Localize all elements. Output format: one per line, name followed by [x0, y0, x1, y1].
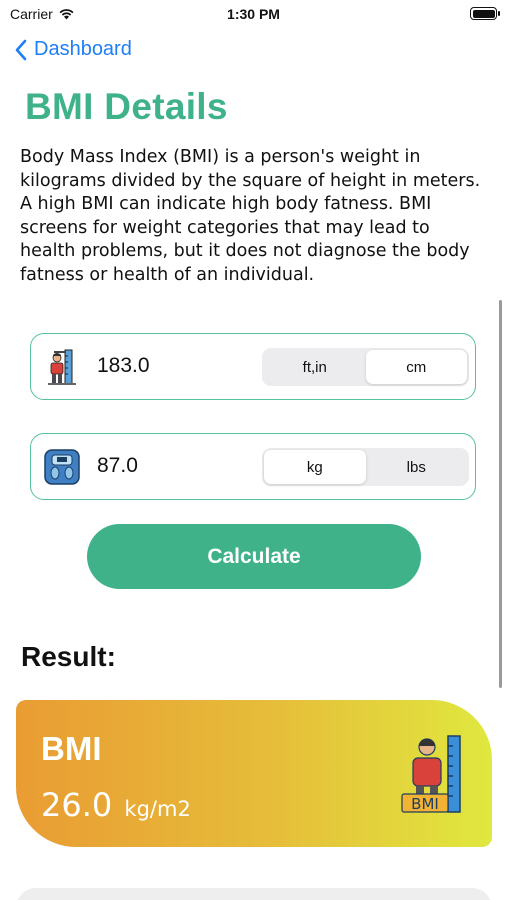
- scrollbar[interactable]: [499, 300, 502, 688]
- height-unit-ft-in[interactable]: ft,in: [264, 350, 366, 384]
- bmi-description: Body Mass Index (BMI) is a person's weig…: [20, 147, 481, 285]
- weight-unit-segmented-control: kg lbs: [262, 448, 469, 486]
- bmi-result-card: BMI 26.0 kg/m2 BMI: [16, 700, 492, 847]
- back-label: Dashboard: [34, 38, 132, 60]
- height-unit-cm[interactable]: cm: [365, 350, 467, 384]
- status-bar: Carrier 1:30 PM: [0, 0, 507, 30]
- chevron-left-icon: [15, 39, 27, 60]
- height-unit-segmented-control: ft,in cm: [262, 348, 469, 386]
- weighing-scale-icon: [44, 449, 80, 485]
- calculate-button[interactable]: Calculate: [87, 524, 421, 589]
- weight-input[interactable]: [97, 454, 257, 478]
- battery-icon: [470, 7, 500, 20]
- bmi-label: BMI: [41, 730, 102, 767]
- height-input[interactable]: [97, 354, 257, 378]
- bmi-value-row: 26.0 kg/m2: [41, 786, 191, 824]
- height-measure-icon: [48, 349, 76, 385]
- page-title: BMI Details: [25, 86, 228, 127]
- status-time: 1:30 PM: [227, 6, 280, 22]
- result-heading: Result:: [21, 641, 116, 672]
- weight-unit-lbs[interactable]: lbs: [366, 450, 468, 484]
- bmi-illustration-text: BMI: [411, 795, 439, 813]
- weight-unit-kg[interactable]: kg: [264, 450, 366, 484]
- back-button[interactable]: Dashboard: [14, 38, 132, 61]
- bmi-value: 26.0: [41, 786, 113, 824]
- bmi-unit: kg/m2: [124, 797, 191, 821]
- next-result-card: [16, 888, 492, 900]
- weight-input-card: kg lbs: [30, 433, 476, 500]
- height-input-card: ft,in cm: [30, 333, 476, 400]
- bmi-person-icon: BMI: [401, 735, 461, 813]
